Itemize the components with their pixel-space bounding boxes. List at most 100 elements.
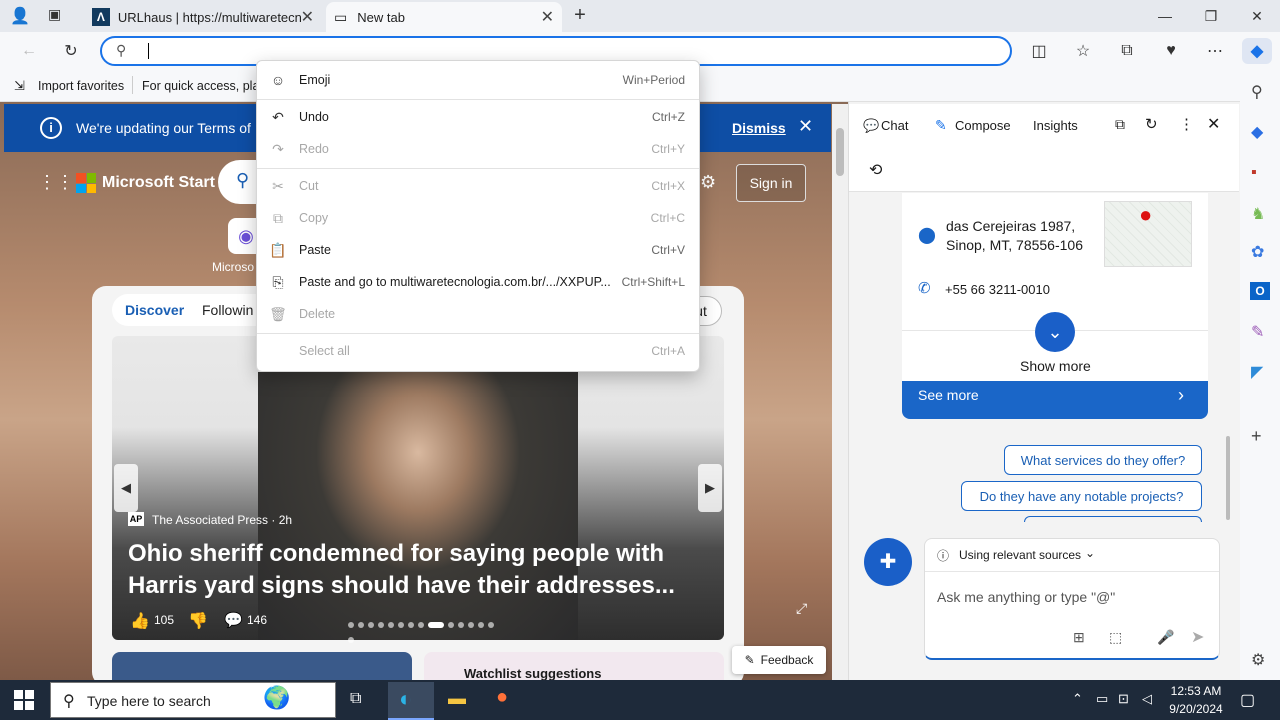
split-screen-icon[interactable]: ◫ (1024, 38, 1054, 64)
tag-icon[interactable]: ◆ (1251, 122, 1263, 142)
second-card[interactable] (112, 652, 412, 680)
windows-start-icon[interactable] (14, 690, 34, 710)
paste-go-icon: ⎘ (272, 273, 284, 290)
menu-shortcut: Ctrl+Z (652, 110, 685, 124)
minimize-button[interactable]: — (1142, 0, 1188, 32)
show-more-label[interactable]: Show more (1020, 358, 1091, 374)
collections-icon[interactable]: ⧉ (1112, 38, 1142, 64)
close-icon[interactable]: ✕ (1207, 114, 1220, 134)
phone-number[interactable]: +55 66 3211-0010 (945, 282, 1050, 297)
extensions-icon[interactable]: ♥ (1156, 38, 1186, 64)
refresh-icon[interactable]: ↻ (1145, 115, 1158, 133)
expand-icon[interactable]: ⤢ (796, 600, 807, 617)
new-topic-icon[interactable]: ✚ (864, 538, 912, 586)
tab-urlhaus[interactable]: Λ URLhaus | https://multiwaretecnol ✕ (84, 2, 322, 32)
menu-item-delete: 🗑 Delete (257, 299, 699, 329)
tray-chevron-icon[interactable]: ⌃ (1072, 691, 1083, 707)
web-search-box[interactable]: ⚲ (218, 160, 258, 204)
taskbar-edge[interactable]: ◐ (388, 682, 434, 720)
chevron-down-icon[interactable]: ⌄ (1085, 546, 1095, 560)
carousel-dots[interactable] (346, 616, 496, 643)
search-icon[interactable]: ⚲ (1251, 82, 1263, 102)
close-icon[interactable]: ✕ (301, 7, 314, 27)
search-icon: ⚲ (116, 42, 127, 58)
settings-icon[interactable]: ⚙ (1251, 650, 1265, 670)
suggestion-chip-partial[interactable] (1024, 516, 1202, 522)
more-icon[interactable]: ⋮ (1179, 115, 1194, 133)
story-headline[interactable]: Ohio sheriff condemned for saying people… (128, 538, 688, 602)
open-new-window-icon[interactable]: ⧉ (1115, 116, 1125, 133)
task-view-icon[interactable]: ⧉ (350, 690, 361, 708)
sources-label[interactable]: Using relevant sources (959, 548, 1081, 562)
chat-input[interactable]: Ask me anything or type "@" (937, 589, 1115, 605)
menu-item-undo[interactable]: ↶ Undo Ctrl+Z (257, 102, 699, 132)
feedback-button[interactable]: ✎ Feedback (732, 646, 826, 674)
carousel-prev-icon[interactable]: ◀ (114, 464, 138, 512)
map-thumbnail[interactable]: ● (1104, 201, 1192, 267)
scrollbar-thumb[interactable] (836, 128, 844, 176)
like-icon[interactable]: 👍 (130, 611, 150, 631)
designer-icon[interactable]: ✎ (1251, 322, 1264, 342)
network-icon[interactable]: ⊡ (1118, 691, 1129, 707)
tab-compose[interactable]: Compose (955, 118, 1011, 133)
back-icon[interactable]: ← (14, 38, 44, 64)
see-more-button[interactable]: See more › (902, 381, 1208, 419)
favorites-icon[interactable]: ☆ (1068, 38, 1098, 64)
ap-logo-icon: AP (128, 512, 144, 526)
volume-icon[interactable]: ◁ (1142, 691, 1152, 707)
tab-actions-icon[interactable]: ▣ (48, 6, 72, 26)
sign-in-button[interactable]: Sign in (736, 164, 806, 202)
chevron-down-icon[interactable]: ⌄ (1035, 312, 1075, 352)
refresh-icon[interactable]: ↻ (56, 38, 86, 64)
menu-item-paste-and-go[interactable]: ⎘ Paste and go to multiwaretecnologia.com… (257, 267, 699, 297)
tab-following[interactable]: Followin (202, 302, 253, 318)
more-icon[interactable]: ⋯ (1200, 38, 1230, 64)
games-icon[interactable]: ♞ (1251, 204, 1265, 224)
clock-date[interactable]: 9/20/2024 (1166, 702, 1226, 716)
microsoft365-icon[interactable]: ✿ (1251, 242, 1264, 262)
chevron-right-icon: › (1178, 385, 1184, 405)
watchlist-title: Watchlist suggestions (464, 666, 602, 681)
page-scrollbar[interactable] (832, 104, 848, 680)
new-tab-button[interactable]: + (568, 4, 592, 28)
dislike-icon[interactable]: 👎 (188, 611, 208, 631)
toolbox-icon[interactable]: ▪ (1251, 164, 1257, 182)
sidebar-scrollbar[interactable] (1226, 436, 1230, 520)
clock-time[interactable]: 12:53 AM (1168, 684, 1224, 698)
add-image-icon[interactable]: ⊞ (1073, 629, 1085, 646)
carousel-next-icon[interactable]: ▶ (698, 464, 722, 512)
notifications-icon[interactable]: ▢ (1240, 690, 1255, 710)
send-icon[interactable]: ➤ (1191, 627, 1204, 647)
close-icon[interactable]: ✕ (798, 116, 813, 137)
drop-icon[interactable]: ◤ (1251, 362, 1263, 382)
menu-shortcut: Win+Period (622, 73, 685, 87)
import-favorites-link[interactable]: Import favorites (38, 79, 124, 93)
copilot-icon[interactable]: ◆ (1242, 38, 1272, 64)
screenshot-icon[interactable]: ⬚ (1109, 629, 1122, 646)
microphone-icon[interactable]: 🎤 (1157, 629, 1174, 646)
tab-insights[interactable]: Insights (1033, 118, 1078, 133)
close-icon[interactable]: ✕ (541, 7, 554, 27)
tab-discover[interactable]: Discover (125, 302, 184, 318)
tab-chat[interactable]: Chat (881, 118, 908, 133)
taskbar-search[interactable]: ⚲ Type here to search 🌍 (50, 682, 336, 718)
history-icon[interactable]: ⟲ (869, 160, 882, 180)
add-icon[interactable]: + (1251, 426, 1262, 447)
profile-icon[interactable]: 👤 (10, 6, 34, 26)
close-window-button[interactable]: ✕ (1234, 0, 1280, 32)
restore-button[interactable]: ❐ (1188, 0, 1234, 32)
tab-new-tab[interactable]: ▭ New tab ✕ (326, 2, 562, 32)
firefox-icon[interactable]: ● (496, 686, 508, 709)
file-explorer-icon[interactable]: ▬ (448, 688, 466, 709)
new-tab-icon: ▭ (334, 8, 348, 25)
watchlist-card[interactable]: Watchlist suggestions (424, 652, 724, 681)
suggestion-chip[interactable]: What services do they offer? (1004, 445, 1202, 475)
battery-icon[interactable]: ▭ (1096, 691, 1108, 707)
comment-icon[interactable]: 💬 (224, 611, 243, 629)
menu-item-emoji[interactable]: ☺ Emoji Win+Period (257, 65, 699, 95)
settings-icon[interactable]: ⚙ (700, 172, 716, 193)
dismiss-link[interactable]: Dismiss (732, 120, 786, 136)
outlook-icon[interactable]: O (1250, 282, 1270, 300)
suggestion-chip[interactable]: Do they have any notable projects? (961, 481, 1202, 511)
menu-item-paste[interactable]: 📋 Paste Ctrl+V (257, 235, 699, 265)
